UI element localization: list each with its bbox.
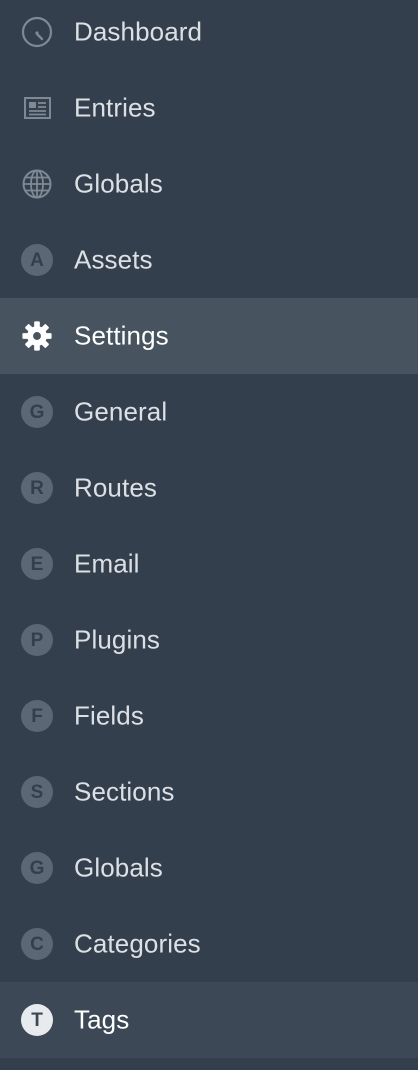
globals-letter-icon: G bbox=[21, 852, 53, 884]
nav-item-label: Fields bbox=[74, 700, 144, 731]
sidebar-nav: Dashboard Entries Globals A Assets Setti… bbox=[0, 0, 418, 1070]
general-letter-icon: G bbox=[21, 396, 53, 428]
categories-letter-icon: C bbox=[21, 928, 53, 960]
nav-item-label: Assets bbox=[74, 244, 153, 275]
gear-icon bbox=[21, 320, 53, 352]
nav-item-label: Tags bbox=[74, 1004, 130, 1035]
fields-letter-icon: F bbox=[21, 700, 53, 732]
nav-item-label: Settings bbox=[74, 320, 169, 351]
dashboard-gauge-icon bbox=[21, 16, 53, 48]
nav-item-settings[interactable]: Settings bbox=[0, 298, 418, 374]
nav-item-label: Globals bbox=[74, 168, 163, 199]
nav-item-label: General bbox=[74, 396, 168, 427]
sections-letter-icon: S bbox=[21, 776, 53, 808]
assets-letter-icon: A bbox=[21, 244, 53, 276]
sub-item-email[interactable]: E Email bbox=[0, 526, 418, 602]
globe-icon bbox=[21, 168, 53, 200]
sub-item-categories[interactable]: C Categories bbox=[0, 906, 418, 982]
sub-item-general[interactable]: G General bbox=[0, 374, 418, 450]
sub-item-fields[interactable]: F Fields bbox=[0, 678, 418, 754]
nav-item-label: Email bbox=[74, 548, 140, 579]
nav-item-label: Categories bbox=[74, 928, 201, 959]
nav-item-label: Plugins bbox=[74, 624, 160, 655]
tags-letter-icon: T bbox=[21, 1004, 53, 1036]
routes-letter-icon: R bbox=[21, 472, 53, 504]
sub-item-sections[interactable]: S Sections bbox=[0, 754, 418, 830]
sub-item-globals[interactable]: G Globals bbox=[0, 830, 418, 906]
nav-item-assets[interactable]: A Assets bbox=[0, 222, 418, 298]
nav-item-globals[interactable]: Globals bbox=[0, 146, 418, 222]
email-letter-icon: E bbox=[21, 548, 53, 580]
nav-item-dashboard[interactable]: Dashboard bbox=[0, 0, 418, 70]
sub-item-tags[interactable]: T Tags bbox=[0, 982, 418, 1058]
sub-item-plugins[interactable]: P Plugins bbox=[0, 602, 418, 678]
nav-item-entries[interactable]: Entries bbox=[0, 70, 418, 146]
entries-newspaper-icon bbox=[21, 92, 53, 124]
plugins-letter-icon: P bbox=[21, 624, 53, 656]
nav-item-label: Entries bbox=[74, 92, 156, 123]
nav-item-label: Globals bbox=[74, 852, 163, 883]
nav-item-label: Sections bbox=[74, 776, 175, 807]
sub-item-routes[interactable]: R Routes bbox=[0, 450, 418, 526]
nav-item-label: Routes bbox=[74, 472, 157, 503]
nav-item-label: Dashboard bbox=[74, 16, 203, 47]
